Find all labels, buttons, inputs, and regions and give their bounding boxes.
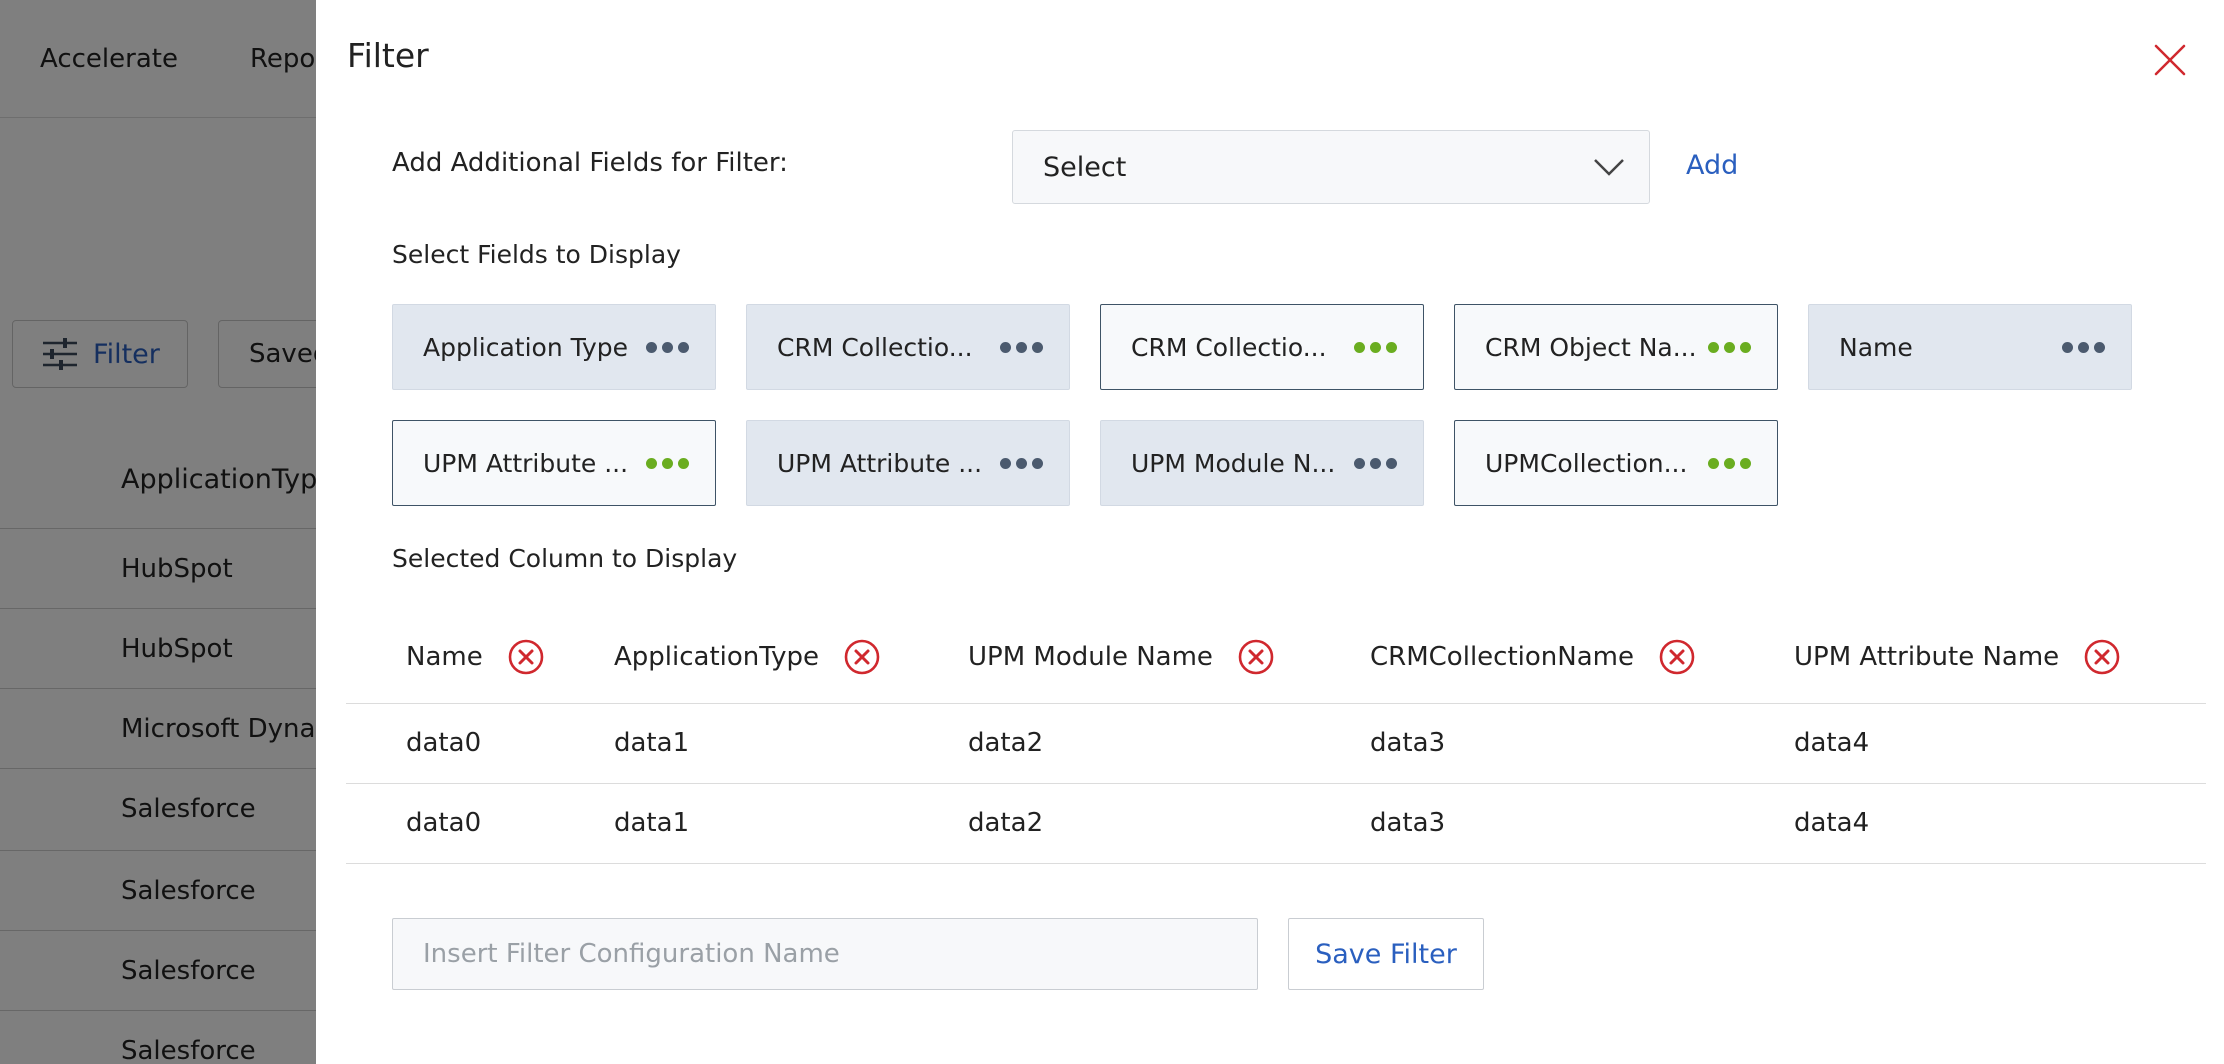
field-chip[interactable]: UPM Attribute ...	[746, 420, 1070, 506]
table-cell: data2	[968, 808, 1044, 838]
field-chip[interactable]: Name	[1808, 304, 2132, 390]
field-chip-selected[interactable]: CRM Object Na...	[1454, 304, 1778, 390]
add-fields-label: Add Additional Fields for Filter:	[392, 148, 788, 178]
table-cell: data3	[1370, 808, 1446, 838]
field-chip[interactable]: UPM Module N...	[1100, 420, 1424, 506]
table-cell: data4	[1794, 728, 1870, 758]
field-chip-selected[interactable]: UPMCollection...	[1454, 420, 1778, 506]
field-select-dropdown[interactable]: Select	[1012, 130, 1650, 204]
more-icon[interactable]	[1708, 341, 1751, 353]
remove-column-icon[interactable]	[1237, 638, 1275, 676]
table-row: data0 data1 data2 data3 data4	[346, 704, 2206, 784]
field-chip-label: Application Type	[423, 332, 629, 362]
filter-config-name-input[interactable]	[392, 918, 1258, 990]
field-chip-label: CRM Collectio...	[1131, 332, 1327, 362]
select-fields-label: Select Fields to Display	[392, 240, 681, 269]
table-row: data0 data1 data2 data3 data4	[346, 784, 2206, 864]
field-chip-label: UPM Module N...	[1131, 448, 1336, 478]
column-header-label: ApplicationType	[614, 642, 819, 672]
column-header: CRMCollectionName	[1370, 638, 1696, 676]
field-chip[interactable]: Application Type	[392, 304, 716, 390]
table-cell: data1	[614, 728, 690, 758]
field-chip-label: UPM Attribute ...	[423, 448, 629, 478]
remove-column-icon[interactable]	[507, 638, 545, 676]
column-header: UPM Attribute Name	[1794, 638, 2121, 676]
table-cell: data4	[1794, 808, 1870, 838]
field-chip-selected[interactable]: CRM Collectio...	[1100, 304, 1424, 390]
save-filter-button[interactable]: Save Filter	[1288, 918, 1484, 990]
field-chip-label: UPMCollection...	[1485, 448, 1688, 478]
selected-columns-label: Selected Column to Display	[392, 544, 738, 573]
remove-column-icon[interactable]	[2083, 638, 2121, 676]
table-cell: data0	[406, 728, 482, 758]
close-icon[interactable]	[2150, 40, 2190, 80]
field-select-value: Select	[1043, 151, 1127, 183]
more-icon[interactable]	[1000, 341, 1043, 353]
field-chip-label: CRM Object Na...	[1485, 332, 1697, 362]
column-header-label: UPM Module Name	[968, 642, 1213, 672]
column-header-label: Name	[406, 642, 483, 672]
table-cell: data2	[968, 728, 1044, 758]
more-icon[interactable]	[1000, 457, 1043, 469]
drawer-title: Filter	[347, 36, 429, 75]
table-header-row: Name ApplicationType UPM Module Name CRM…	[346, 616, 2206, 704]
column-header: ApplicationType	[614, 638, 881, 676]
filter-drawer: Filter Add Additional Fields for Filter:…	[316, 0, 2224, 1064]
more-icon[interactable]	[1354, 457, 1397, 469]
field-chip-label: Name	[1839, 332, 1913, 362]
more-icon[interactable]	[1708, 457, 1751, 469]
more-icon[interactable]	[646, 457, 689, 469]
table-cell: data3	[1370, 728, 1446, 758]
more-icon[interactable]	[1354, 341, 1397, 353]
add-field-link[interactable]: Add	[1686, 150, 1738, 181]
column-header: Name	[406, 638, 545, 676]
field-chip-label: UPM Attribute ...	[777, 448, 983, 478]
remove-column-icon[interactable]	[1658, 638, 1696, 676]
more-icon[interactable]	[2062, 341, 2105, 353]
more-icon[interactable]	[646, 341, 689, 353]
column-header-label: UPM Attribute Name	[1794, 642, 2060, 672]
field-chip-selected[interactable]: UPM Attribute ...	[392, 420, 716, 506]
field-chip[interactable]: CRM Collectio...	[746, 304, 1070, 390]
remove-column-icon[interactable]	[843, 638, 881, 676]
table-cell: data0	[406, 808, 482, 838]
chevron-down-icon	[1594, 159, 1624, 176]
table-cell: data1	[614, 808, 690, 838]
column-header-label: CRMCollectionName	[1370, 642, 1634, 672]
field-chip-label: CRM Collectio...	[777, 332, 973, 362]
column-header: UPM Module Name	[968, 638, 1275, 676]
